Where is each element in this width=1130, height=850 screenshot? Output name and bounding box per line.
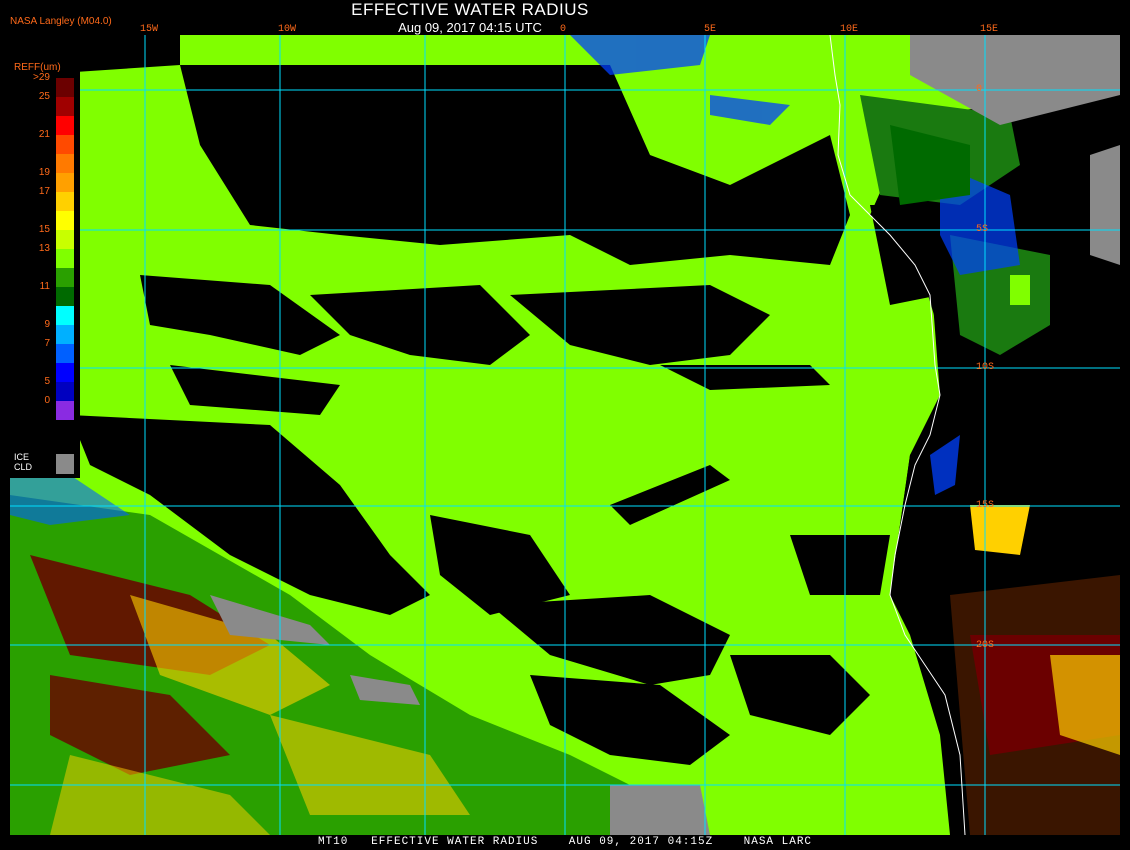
legend-swatch xyxy=(56,116,74,135)
footer-caption: MT10 EFFECTIVE WATER RADIUS AUG 09, 2017… xyxy=(317,836,813,848)
legend-swatch xyxy=(56,401,74,420)
legend-swatch xyxy=(56,287,74,306)
legend-swatch xyxy=(56,230,74,249)
legend-swatch xyxy=(56,192,74,211)
legend-label: 9 xyxy=(44,319,50,330)
lat-label-15s: 15S xyxy=(976,500,995,511)
legend-swatch xyxy=(56,325,74,344)
legend-swatch xyxy=(56,344,74,363)
map-image xyxy=(10,35,1120,835)
ice-label-line1: ICE xyxy=(14,452,30,462)
effective-radius-map xyxy=(10,35,1120,835)
legend-label: 17 xyxy=(38,186,50,197)
color-legend: REFF(um) >29 25 21 19 17 15 13 11 9 7 5 0 ICE CLD xyxy=(10,58,80,478)
legend-swatch xyxy=(56,211,74,230)
lon-label-10w: 10W xyxy=(278,24,297,35)
legend-swatch xyxy=(56,382,74,401)
legend-swatch xyxy=(56,173,74,192)
lon-label-15e: 15E xyxy=(980,24,999,35)
legend-label: 19 xyxy=(38,167,50,178)
legend-swatch xyxy=(56,78,74,97)
lat-label-20s: 20S xyxy=(976,640,995,651)
ice-cloud-swatch xyxy=(56,454,74,474)
legend-label: 21 xyxy=(38,129,50,140)
legend-swatch xyxy=(56,154,74,173)
legend-swatch xyxy=(56,249,74,268)
legend-label: >29 xyxy=(33,72,50,83)
lat-label-5s: 5S xyxy=(976,224,989,235)
lon-label-15w: 15W xyxy=(140,24,159,35)
legend-label: 7 xyxy=(44,338,50,349)
map-title: EFFECTIVE WATER RADIUS xyxy=(351,0,589,19)
lon-label-5e: 5E xyxy=(704,24,717,35)
legend-label: 25 xyxy=(38,91,50,102)
legend-swatch xyxy=(56,135,74,154)
ice-label-line2: CLD xyxy=(14,462,33,472)
legend-label: 0 xyxy=(44,395,50,406)
legend-label: 5 xyxy=(44,376,50,387)
legend-label: 15 xyxy=(38,224,50,235)
legend-label: 11 xyxy=(39,281,50,292)
legend-swatch xyxy=(56,363,74,382)
lat-label-10s: 10S xyxy=(976,362,995,373)
lon-label-0: 0 xyxy=(560,24,567,35)
legend-swatch xyxy=(56,97,74,116)
lat-label-0: 0 xyxy=(976,84,983,95)
ice-cloud-label: ICE CLD xyxy=(14,452,32,472)
legend-swatch xyxy=(56,306,74,325)
lon-label-10e: 10E xyxy=(840,24,859,35)
legend-label: 13 xyxy=(38,243,50,254)
legend-swatch xyxy=(56,268,74,287)
